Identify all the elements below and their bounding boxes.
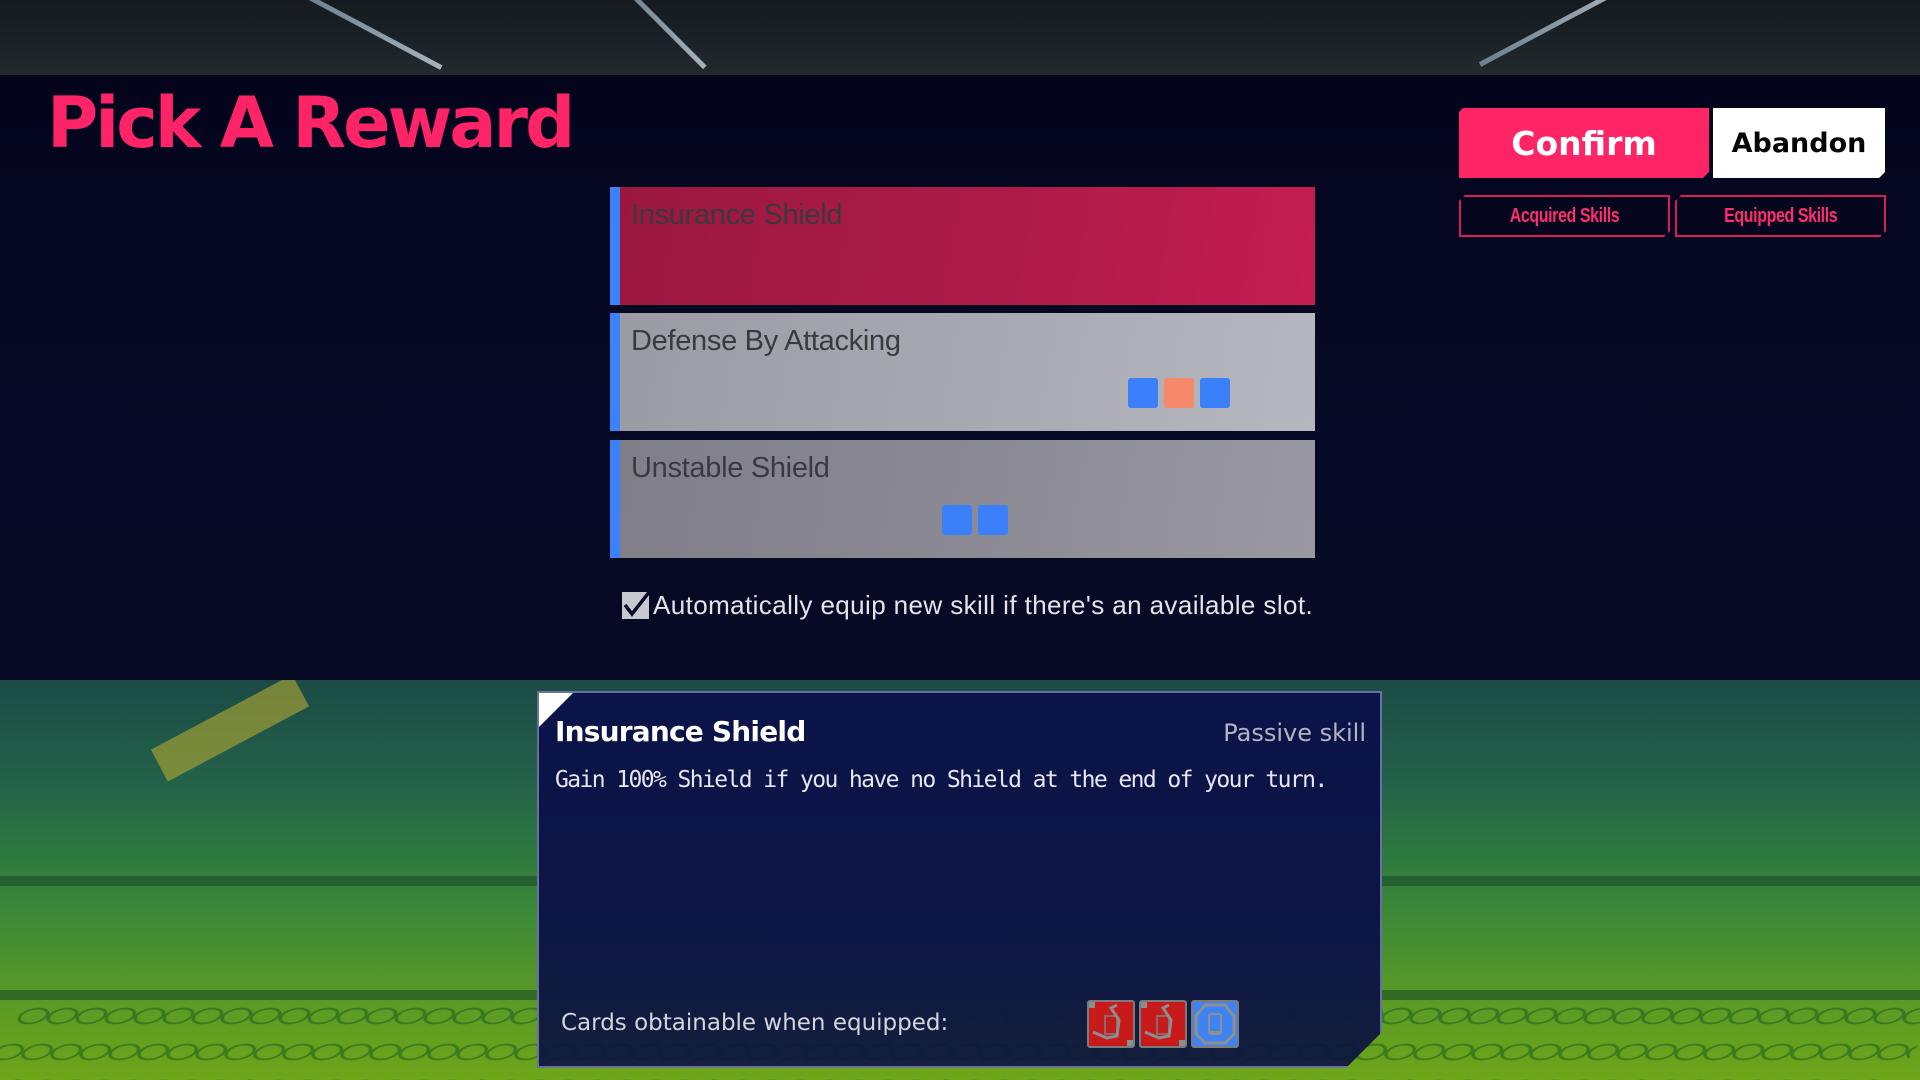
auto-equip-checkbox[interactable]	[622, 589, 652, 619]
attack-card-icon[interactable]	[1087, 1000, 1135, 1048]
tab-acquired-skills[interactable]: Acquired Skills	[1459, 195, 1670, 237]
skill-option-insurance-shield[interactable]: Insurance Shield	[610, 187, 1315, 305]
blue-chip-icon	[942, 505, 972, 535]
skill-type-label: Passive skill	[1223, 719, 1366, 747]
abandon-button[interactable]: Abandon	[1713, 108, 1885, 178]
ceiling-beam	[1478, 0, 1623, 67]
tab-equipped-skills[interactable]: Equipped Skills	[1675, 195, 1886, 237]
cards-obtainable-label: Cards obtainable when equipped:	[561, 1010, 949, 1036]
confirm-button[interactable]: Confirm	[1459, 108, 1709, 178]
skill-description: Gain 100% Shield if you have no Shield a…	[555, 767, 1327, 793]
skill-name: Defense By Attacking	[631, 325, 901, 357]
cost-chips	[942, 505, 1008, 535]
auto-equip-option[interactable]: Automatically equip new skill if there's…	[622, 589, 1314, 621]
page-title: Pick A Reward	[47, 82, 575, 164]
blue-chip-icon	[1200, 378, 1230, 408]
ceiling-beam	[618, 0, 707, 70]
checkmark-icon	[623, 589, 652, 617]
skill-option-unstable-shield[interactable]: Unstable Shield	[610, 440, 1315, 558]
skill-detail-panel: Insurance Shield Passive skill Gain 100%…	[537, 691, 1382, 1068]
obtainable-cards	[1087, 1000, 1239, 1048]
blue-chip-icon	[978, 505, 1008, 535]
auto-equip-label: Automatically equip new skill if there's…	[653, 590, 1314, 620]
skill-name: Insurance Shield	[631, 199, 843, 231]
blue-chip-icon	[1128, 378, 1158, 408]
skill-option-defense-by-attacking[interactable]: Defense By Attacking	[610, 313, 1315, 431]
attack-card-icon[interactable]	[1139, 1000, 1187, 1048]
tab-label: Equipped Skills	[1723, 204, 1838, 227]
orange-chip-icon	[1164, 378, 1194, 408]
detail-title: Insurance Shield	[555, 715, 806, 748]
ceiling-beam	[298, 0, 443, 70]
cost-chips	[1128, 378, 1230, 408]
skill-name: Unstable Shield	[631, 452, 830, 484]
defense-card-icon[interactable]	[1191, 1000, 1239, 1048]
tab-label: Acquired Skills	[1509, 204, 1620, 227]
floor-board	[150, 680, 310, 782]
background-ceiling	[0, 0, 1920, 75]
